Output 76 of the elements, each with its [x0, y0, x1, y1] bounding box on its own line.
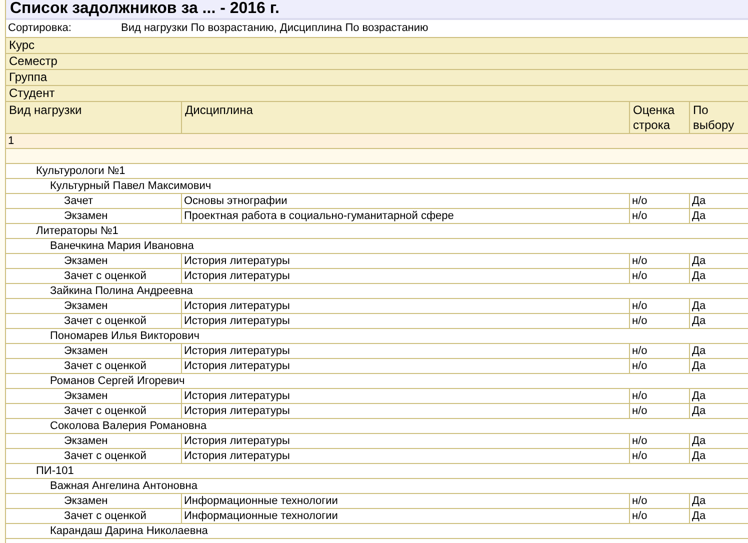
table-cell: Да: [689, 359, 748, 373]
table-cell: История литературы: [181, 404, 629, 418]
table-cell: н/о: [629, 254, 689, 268]
table-cell-text: Зачет с оценкой: [63, 359, 148, 373]
student-row: Важная Ангелина Антоновна: [6, 479, 748, 494]
table-cell: История литературы: [181, 254, 629, 268]
table-cell: н/о: [629, 344, 689, 358]
table-cell: Да: [689, 299, 748, 313]
table-cell: Проектная работа в социально-гуманитарной сфере: [181, 209, 629, 223]
table-cell: н/о: [629, 449, 689, 463]
table-cell: История литературы: [181, 389, 629, 403]
table-cell: н/о: [629, 209, 689, 223]
table-cell: н/о: [629, 434, 689, 448]
table-cell-text: Экзамен: [63, 344, 109, 358]
grouping-header: Курс: [6, 38, 748, 54]
table-cell-text: Экзамен: [63, 494, 109, 508]
table-cell: н/о: [629, 269, 689, 283]
table-cell: н/о: [629, 509, 689, 523]
table-cell-text: Экзамен: [63, 434, 109, 448]
table-cell: Да: [689, 194, 748, 208]
course-row: 1: [6, 134, 748, 149]
column-header: Вид нагрузки: [8, 102, 83, 119]
table-cell: Да: [689, 269, 748, 283]
sorting-label: Сортировка:: [8, 21, 72, 36]
table-cell-text: Зачет с оценкой: [63, 449, 148, 463]
table-cell: Информационные технологии: [181, 494, 629, 508]
table-cell: Да: [689, 509, 748, 523]
table-cell: Да: [689, 314, 748, 328]
group-row: Литераторы №1: [6, 224, 748, 239]
table-cell-text: Зачет с оценкой: [63, 269, 148, 283]
student-row: Романов Сергей Игоревич: [6, 374, 748, 389]
table-cell: Да: [689, 254, 748, 268]
table-cell: История литературы: [181, 299, 629, 313]
grouping-header: Группа: [6, 70, 748, 86]
table-cell: Да: [689, 494, 748, 508]
student-row: Ванечкина Мария Ивановна: [6, 239, 748, 254]
table-cell: Да: [689, 389, 748, 403]
table-cell-text: Зачет: [63, 194, 94, 208]
table-cell: н/о: [629, 404, 689, 418]
table-cell: История литературы: [181, 344, 629, 358]
table-cell: Да: [689, 449, 748, 463]
student-row: Соколова Валерия Романовна: [6, 419, 748, 434]
table-cell-text: Зачет с оценкой: [63, 509, 148, 523]
table-cell: История литературы: [181, 449, 629, 463]
student-row: Пономарев Илья Викторович: [6, 329, 748, 344]
table-cell: Да: [689, 344, 748, 358]
table-cell: Да: [689, 209, 748, 223]
table-cell: н/о: [629, 389, 689, 403]
table-cell-text: Зачет с оценкой: [63, 404, 148, 418]
report-title: Список задолжников за ... - 2016 г.: [6, 0, 748, 20]
table-cell-text: Экзамен: [63, 299, 109, 313]
group-row: ПИ-101: [6, 464, 748, 479]
grouping-header: Студент: [6, 86, 748, 102]
table-cell: История литературы: [181, 359, 629, 373]
table-cell: История литературы: [181, 434, 629, 448]
table-cell: Да: [689, 434, 748, 448]
table-cell: н/о: [629, 314, 689, 328]
table-cell: История литературы: [181, 314, 629, 328]
table-cell: н/о: [629, 359, 689, 373]
table-cell: Да: [689, 404, 748, 418]
table-cell-text: Зачет с оценкой: [63, 314, 148, 328]
table-cell: н/о: [629, 494, 689, 508]
table-cell: Информационные технологии: [181, 509, 629, 523]
student-row: Культурный Павел Максимович: [6, 179, 748, 194]
table-cell: н/о: [629, 194, 689, 208]
table-cell-text: Экзамен: [63, 389, 109, 403]
table-cell-text: Экзамен: [63, 254, 109, 268]
table-cell-text: Экзамен: [63, 209, 109, 223]
student-row: Карандаш Дарина Николаевна: [6, 524, 748, 539]
grouping-header: Семестр: [6, 54, 748, 70]
table-cell: История литературы: [181, 269, 629, 283]
sorting-value: Вид нагрузки По возрастанию, Дисциплина По возрастанию: [121, 21, 428, 36]
table-cell: н/о: [629, 299, 689, 313]
table-cell: Основы этнографии: [181, 194, 629, 208]
group-row: Культурологи №1: [6, 164, 748, 179]
student-row: Зайкина Полина Андреевна: [6, 284, 748, 299]
